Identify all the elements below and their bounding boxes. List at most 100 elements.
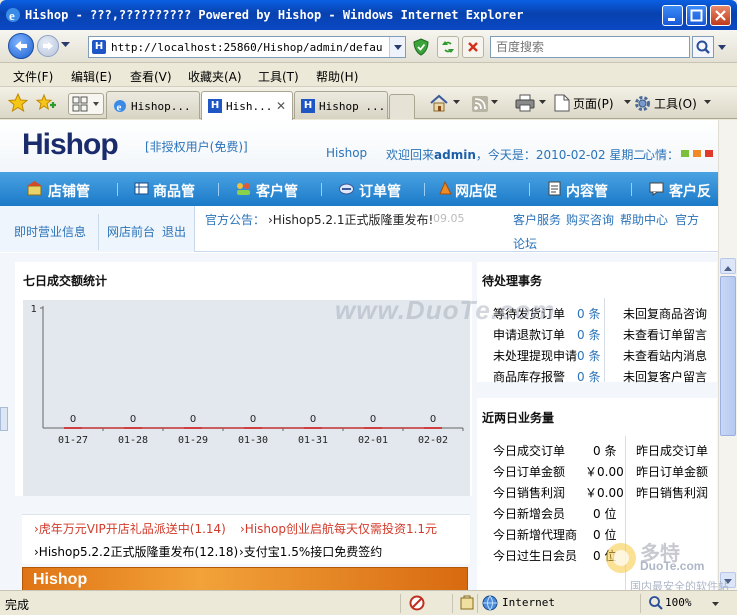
business-label: 今日订单金额 [493,465,566,479]
x-tick-label: 01-28 [118,435,148,446]
close-window-button[interactable] [710,5,731,26]
print-dropdown-icon[interactable] [539,100,546,105]
menu-tools[interactable]: 工具(T) [258,68,299,85]
hishop-favicon-icon: H [208,99,222,113]
vertical-scrollbar[interactable] [718,120,737,590]
nav-products[interactable]: 商品管 [153,181,195,201]
pending-label: 商品库存报警 [493,370,566,384]
nav-separator [117,183,118,196]
sub-bar: 即时营业信息 网店前台 退出 官方公告： ›Hishop5.2.1正式版隆重发布… [0,206,718,252]
minimize-button[interactable] [662,5,683,26]
search-input[interactable] [491,37,689,57]
hishop-logo[interactable]: Hishop [22,128,119,162]
tools-dropdown-icon[interactable] [704,100,711,105]
new-tab-button[interactable] [389,94,415,119]
quick-tabs-button[interactable] [68,93,104,115]
search-options-dropdown[interactable] [714,36,730,58]
orders-icon [339,183,354,195]
forward-button[interactable] [37,35,59,57]
tab-1[interactable]: e Hishop... [106,91,200,119]
zoom-dropdown-icon[interactable] [712,602,719,607]
news-item[interactable]: ›Hishop创业启航每天仅需投资1.1元 [240,520,437,537]
pending-label: 申请退款订单 [493,328,566,342]
forum-link[interactable]: 论坛 [513,235,537,252]
help-center-link[interactable]: 帮助中心 [620,211,668,228]
add-favorite-icon[interactable] [35,93,57,113]
nav-promotion[interactable]: 网店促 [455,181,497,201]
news-item[interactable]: ›Hishop5.2.2正式版隆重发布(12.18) [34,543,238,560]
news-item[interactable]: ›支付宝1.5%接口免费签约 [239,543,382,560]
shop-front-link[interactable]: 网店前台 [107,223,155,240]
announcement-link[interactable]: ›Hishop5.2.1正式版隆重发布! [268,211,433,228]
mood-red-square[interactable] [705,150,713,157]
data-label: 0 [430,414,436,425]
license-status[interactable]: [非授权用户(免费)] [145,138,248,155]
hishop-link[interactable]: Hishop [326,146,367,160]
pending-right-item[interactable]: 未查看站内消息 [623,347,707,364]
home-dropdown-icon[interactable] [453,100,460,105]
business-info-link[interactable]: 即时营业信息 [14,223,86,240]
zoom-level[interactable]: 100% [665,596,692,609]
feeds-icon[interactable] [472,96,488,112]
tools-menu-button[interactable]: 工具(O) [654,95,697,112]
nav-feedback[interactable]: 客户反 [669,181,711,201]
tab-3[interactable]: H Hishop ... [294,91,388,119]
official-link[interactable]: 官方 [675,211,699,228]
scroll-up-button[interactable] [720,258,736,274]
business-title: 近两日业务量 [482,411,555,425]
store-icon [27,181,42,196]
home-icon[interactable] [429,94,449,112]
address-dropdown-button[interactable] [389,37,405,57]
promo-banner[interactable]: Hishop [22,567,468,590]
pending-right-item[interactable]: 未查看订单留言 [623,326,707,343]
current-user: admin [434,148,476,162]
data-label: 0 [370,414,376,425]
purchase-consult-link[interactable]: 购买咨询 [566,211,614,228]
page-menu-button[interactable]: 页面(P) [573,95,614,112]
maximize-button[interactable] [686,5,707,26]
tab-close-icon[interactable]: ✕ [276,99,286,113]
page-menu-icon[interactable] [554,94,570,112]
customer-service-link[interactable]: 客户服务 [513,211,561,228]
menu-edit[interactable]: 编辑(E) [71,68,112,85]
popup-blocker-icon[interactable] [409,595,425,611]
scroll-thumb[interactable] [720,276,736,436]
refresh-button[interactable] [437,36,459,58]
nav-customers[interactable]: 客户管 [256,181,298,201]
protected-mode-icon[interactable] [459,595,475,611]
print-icon[interactable] [515,94,535,112]
search-field[interactable] [490,36,690,58]
back-button[interactable] [8,33,34,59]
zoom-icon[interactable] [648,595,664,611]
security-shield-icon[interactable] [412,38,430,56]
logout-link[interactable]: 退出 [162,223,186,240]
feeds-dropdown-icon[interactable] [491,100,498,105]
status-divider [640,594,641,613]
welcome-message: 欢迎回来admin，今天是：2010-02-02 星期二 [386,146,645,163]
welcome-prefix: 欢迎回来 [386,148,435,162]
menu-help[interactable]: 帮助(H) [316,68,358,85]
tab-2-active[interactable]: H Hish... ✕ [201,91,293,120]
sidebar-toggle-handle[interactable] [0,407,8,431]
pending-right-item[interactable]: 未回复客户留言 [623,368,707,385]
stop-button[interactable] [462,36,484,58]
history-dropdown-icon[interactable] [61,42,70,48]
pending-right-item[interactable]: 未回复商品咨询 [623,305,707,322]
news-item[interactable]: ›虎年万元VIP开店礼品派送中(1.14) [34,520,226,537]
chart-plot-area: 1 0 01-27 0 01-28 0 01-29 0 01-30 0 01-31 0 02-01 0 02… [23,300,470,496]
mood-green-square[interactable] [681,150,689,157]
menu-favorites[interactable]: 收藏夹(A) [188,68,242,85]
address-field[interactable]: H http://localhost:25860/Hishop/admin/de… [88,36,406,58]
page-dropdown-icon[interactable] [624,100,631,105]
nav-store[interactable]: 店铺管 [48,181,90,201]
favorites-star-icon[interactable] [8,93,28,113]
menu-view[interactable]: 查看(V) [130,68,172,85]
nav-content[interactable]: 内容管 [566,181,608,201]
gear-icon[interactable] [634,95,651,112]
mood-orange-square[interactable] [693,150,701,157]
status-divider [477,594,478,613]
logo-text: Hishop [22,128,119,161]
search-button[interactable] [692,36,714,58]
nav-orders[interactable]: 订单管 [359,181,401,201]
menu-file[interactable]: 文件(F) [13,68,53,85]
